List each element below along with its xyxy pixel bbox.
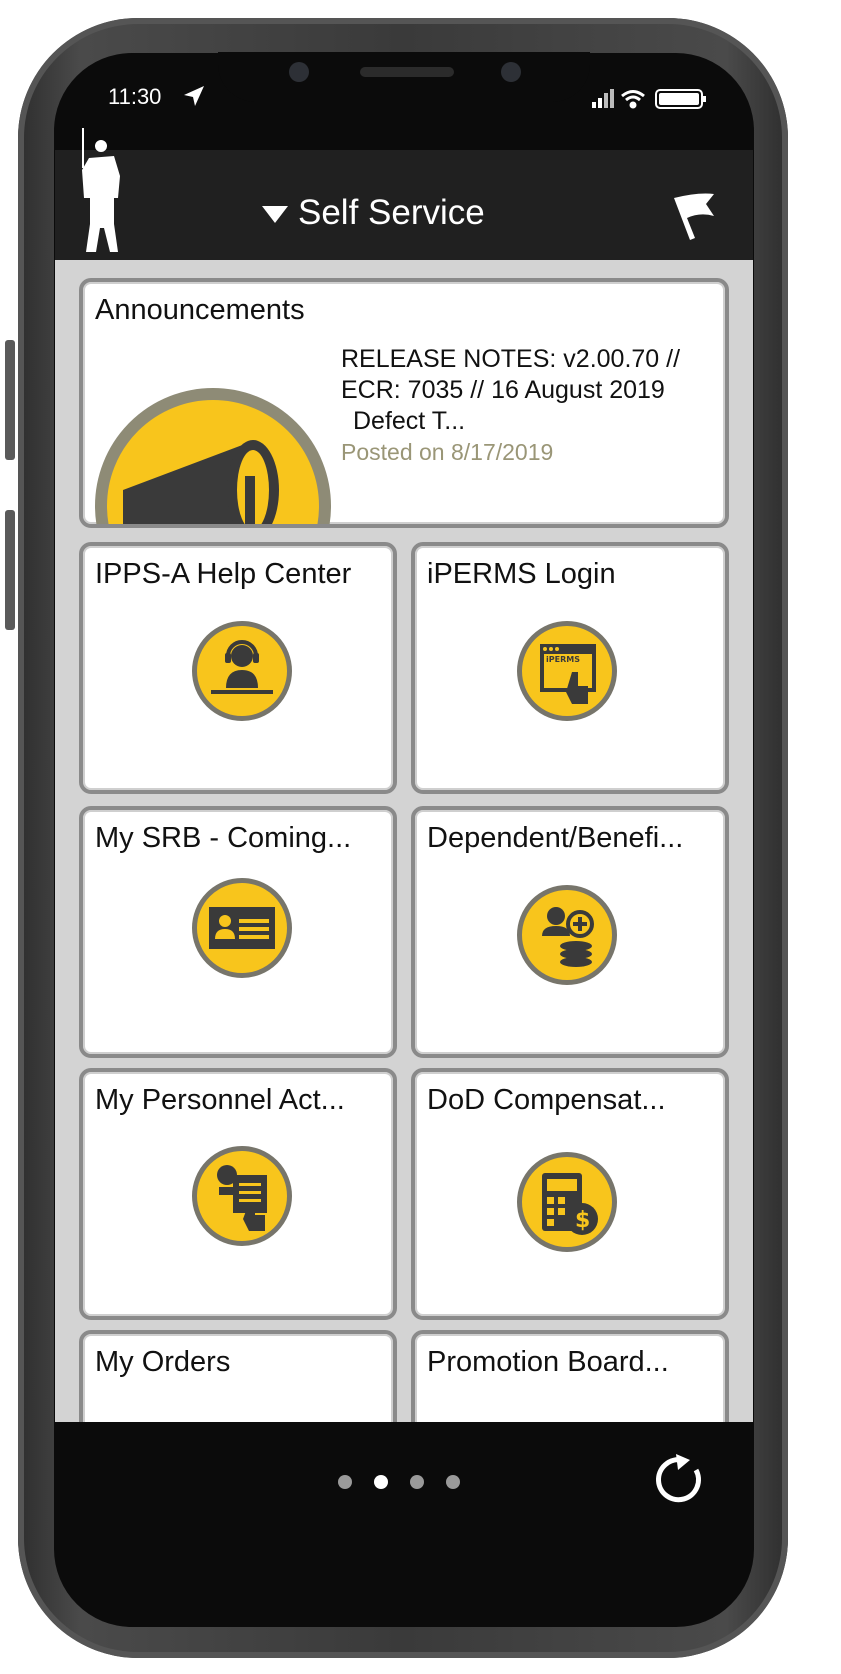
signal-icon [592,89,614,108]
location-arrow-icon [184,86,204,106]
compensation-calculator-icon: $ [517,1152,617,1252]
tile-iperms-login[interactable]: iPERMS Login iPERMS [411,542,729,794]
status-time: 11:30 [108,84,162,109]
announcements-card[interactable]: Announcements RELEASE NOTES: v2.00.70 //… [79,278,729,528]
battery-icon [655,89,706,109]
tile-label: iPERMS Login [427,558,616,590]
soldier-logo-icon [82,128,120,252]
tile-label: Promotion Board... [427,1346,669,1378]
page-dot-1[interactable] [338,1475,352,1489]
help-center-icon [192,621,292,721]
tile-label: IPPS-A Help Center [95,558,352,590]
megaphone-icon [95,388,331,524]
personnel-action-icon [192,1146,292,1246]
iperms-icon-text: iPERMS [546,655,580,664]
srb-id-card-icon [192,878,292,978]
tile-my-orders[interactable]: My Orders [79,1330,397,1422]
announcement-line-2: ECR: 7035 // 16 August 2019 [341,376,665,404]
page-dot-2-active[interactable] [374,1475,388,1489]
tile-ipps-a-help-center[interactable]: IPPS-A Help Center [79,542,397,794]
tile-dod-compensation[interactable]: DoD Compensat... $ [411,1068,729,1320]
volume-up-button [5,340,15,460]
iperms-login-icon: iPERMS [517,621,617,721]
announcement-date: Posted on 8/17/2019 [341,439,554,465]
tile-my-srb[interactable]: My SRB - Coming... [79,806,397,1058]
tile-promotion-board[interactable]: Promotion Board... [411,1330,729,1422]
tile-label: DoD Compensat... [427,1084,666,1116]
tile-label: Dependent/Benefi... [427,822,684,854]
dropdown-triangle-icon [262,206,288,224]
sensor [501,62,521,82]
tile-label: My Personnel Act... [95,1084,345,1116]
svg-text:$: $ [575,1208,590,1233]
tile-label: My SRB - Coming... [95,822,352,854]
bottom-bar [55,1422,753,1542]
notch [218,52,590,102]
volume-down-button [5,510,15,630]
status-icons [592,89,706,109]
announcement-line-1: RELEASE NOTES: v2.00.70 // [341,345,681,373]
tile-label: My Orders [95,1346,231,1378]
announcements-title: Announcements [95,294,305,326]
page-dot-3[interactable] [410,1475,424,1489]
speaker-grille [360,67,454,77]
refresh-icon[interactable] [652,1452,706,1506]
tile-my-personnel-actions[interactable]: My Personnel Act... [79,1068,397,1320]
page-title[interactable]: Self Service [262,193,485,233]
page-dot-4[interactable] [446,1475,460,1489]
content-grid: Announcements RELEASE NOTES: v2.00.70 //… [55,260,753,1422]
front-camera [289,62,309,82]
page-title-text: Self Service [298,193,485,232]
announcement-line-3: Defect T... [353,407,466,435]
announcement-text: RELEASE NOTES: v2.00.70 // ECR: 7035 // … [341,344,701,468]
tile-dependent-benefits[interactable]: Dependent/Benefi... [411,806,729,1058]
wifi-icon [621,90,645,109]
flag-icon[interactable] [670,190,718,242]
dependent-benefits-icon [517,885,617,985]
